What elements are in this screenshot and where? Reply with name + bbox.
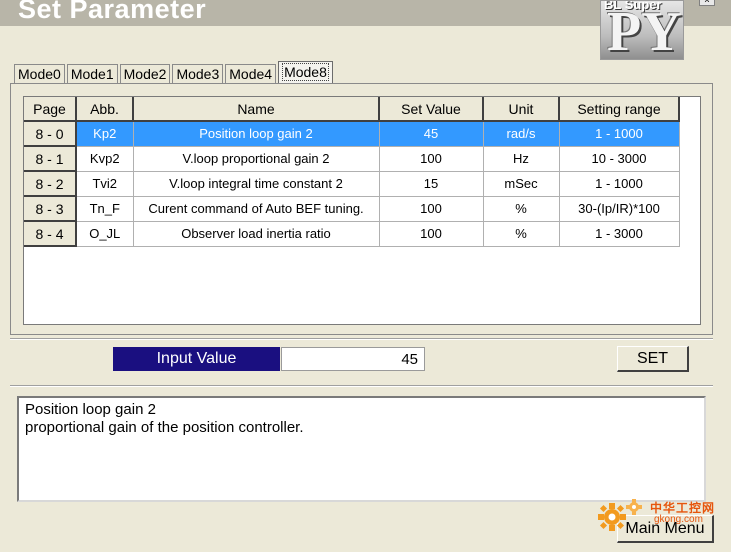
row-abb: Tn_F xyxy=(76,196,134,222)
input-value-label: Input Value xyxy=(113,347,280,371)
product-logo: BL Super PY xyxy=(600,0,684,60)
column-header-page[interactable]: Page xyxy=(24,97,77,122)
row-page: 8 - 0 xyxy=(24,121,77,147)
logo-main-text: PY xyxy=(607,1,682,60)
tab-mode4[interactable]: Mode4 xyxy=(225,64,277,83)
parameter-grid: Page Abb. Name Set Value Unit Setting ra… xyxy=(23,96,701,325)
row-value: 45 xyxy=(379,121,484,147)
tab-panel: Page Abb. Name Set Value Unit Setting ra… xyxy=(10,83,713,335)
input-value-field[interactable] xyxy=(281,347,425,371)
row-abb: Tvi2 xyxy=(76,171,134,197)
row-value: 100 xyxy=(379,196,484,222)
row-page: 8 - 2 xyxy=(24,171,77,197)
row-range: 30-(Ip/IR)*100 xyxy=(559,196,680,222)
close-icon[interactable]: x xyxy=(699,0,715,6)
row-unit: Hz xyxy=(483,146,560,172)
parameter-table: Page Abb. Name Set Value Unit Setting ra… xyxy=(24,97,680,247)
row-range: 1 - 1000 xyxy=(559,171,680,197)
row-range: 1 - 1000 xyxy=(559,121,680,147)
row-value: 15 xyxy=(379,171,484,197)
column-header-setting-range[interactable]: Setting range xyxy=(559,97,680,122)
main-menu-button[interactable]: Main Menu xyxy=(617,515,714,543)
column-header-abb[interactable]: Abb. xyxy=(76,97,134,122)
tab-mode2[interactable]: Mode2 xyxy=(119,64,171,83)
tab-label: Mode0 xyxy=(18,66,61,82)
window-title: Set Parameter xyxy=(18,0,207,24)
row-abb: Kvp2 xyxy=(76,146,134,172)
table-row[interactable]: 8 - 0 Kp2 Position loop gain 2 45 rad/s … xyxy=(24,121,680,147)
tab-label: Mode4 xyxy=(229,66,273,82)
column-header-unit[interactable]: Unit xyxy=(483,97,560,122)
row-name: V.loop proportional gain 2 xyxy=(133,146,380,172)
table-row[interactable]: 8 - 3 Tn_F Curent command of Auto BEF tu… xyxy=(24,196,680,222)
tab-label: Mode3 xyxy=(176,66,220,82)
table-row[interactable]: 8 - 1 Kvp2 V.loop proportional gain 2 10… xyxy=(24,146,680,172)
row-page: 8 - 3 xyxy=(24,196,77,222)
row-range: 1 - 3000 xyxy=(559,221,680,247)
row-name: Curent command of Auto BEF tuning. xyxy=(133,196,380,222)
row-name: Position loop gain 2 xyxy=(133,121,380,147)
divider xyxy=(10,338,713,340)
tab-label: Mode8 xyxy=(282,63,329,81)
row-unit: rad/s xyxy=(483,121,560,147)
table-header-row: Page Abb. Name Set Value Unit Setting ra… xyxy=(24,97,680,122)
row-abb: O_JL xyxy=(76,221,134,247)
parameter-description: Position loop gain 2 proportional gain o… xyxy=(17,396,706,502)
tab-label: Mode2 xyxy=(123,66,167,82)
description-text: proportional gain of the position contro… xyxy=(25,419,304,436)
column-header-set-value[interactable]: Set Value xyxy=(379,97,484,122)
tab-mode3[interactable]: Mode3 xyxy=(172,64,224,83)
row-range: 10 - 3000 xyxy=(559,146,680,172)
table-row[interactable]: 8 - 2 Tvi2 V.loop integral time constant… xyxy=(24,171,680,197)
column-header-name[interactable]: Name xyxy=(133,97,380,122)
tab-label: Mode1 xyxy=(70,66,114,82)
row-unit: % xyxy=(483,221,560,247)
row-abb: Kp2 xyxy=(76,121,134,147)
row-value: 100 xyxy=(379,221,484,247)
table-row[interactable]: 8 - 4 O_JL Observer load inertia ratio 1… xyxy=(24,221,680,247)
row-unit: mSec xyxy=(483,171,560,197)
row-unit: % xyxy=(483,196,560,222)
set-button[interactable]: SET xyxy=(617,346,689,372)
tab-mode0[interactable]: Mode0 xyxy=(14,64,65,83)
tab-mode8[interactable]: Mode8 xyxy=(278,61,333,83)
description-title: Position loop gain 2 xyxy=(25,401,156,418)
tab-mode1[interactable]: Mode1 xyxy=(66,64,118,83)
mode-tabs: Mode0 Mode1 Mode2 Mode3 Mode4 Mode8 xyxy=(14,61,335,83)
row-name: Observer load inertia ratio xyxy=(133,221,380,247)
row-page: 8 - 1 xyxy=(24,146,77,172)
row-value: 100 xyxy=(379,146,484,172)
row-page: 8 - 4 xyxy=(24,221,77,247)
row-name: V.loop integral time constant 2 xyxy=(133,171,380,197)
divider xyxy=(10,385,713,387)
